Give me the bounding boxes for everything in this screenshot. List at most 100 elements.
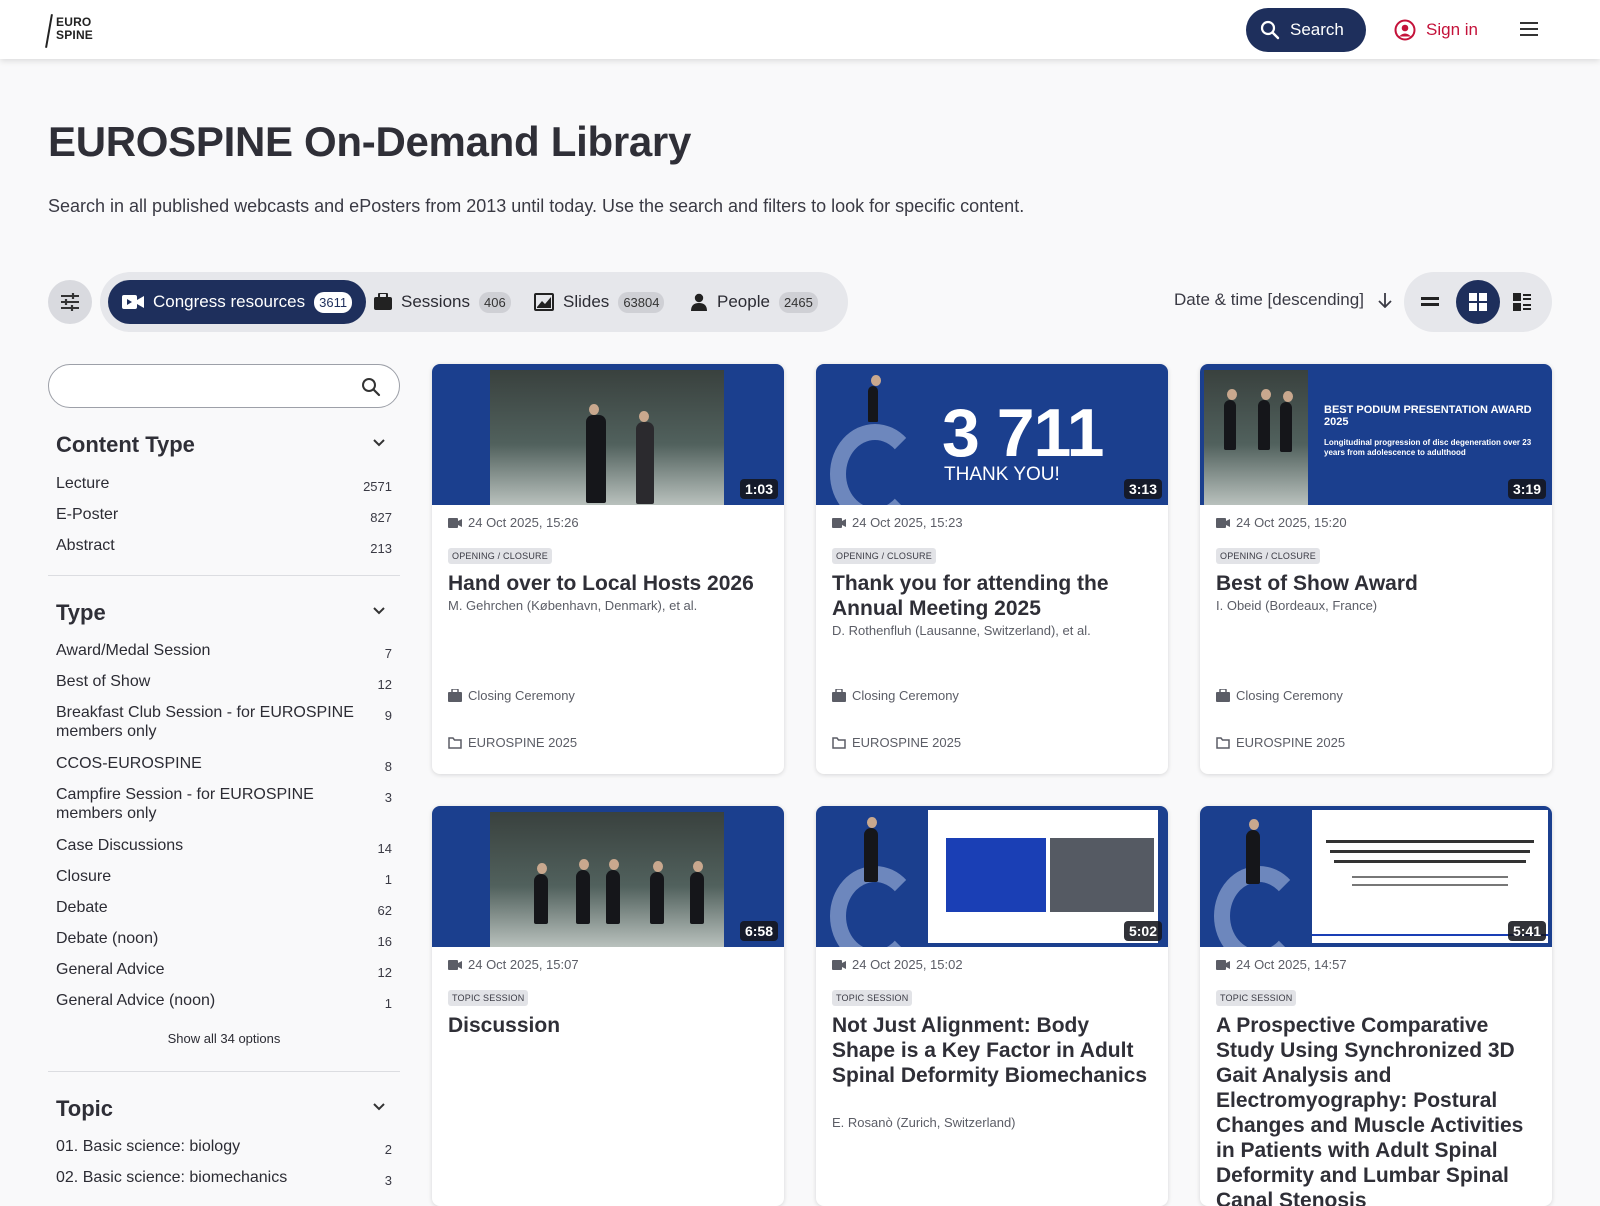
resource-card[interactable]: 5:02 24 Oct 2025, 15:02 TOPIC SESSION No…: [816, 806, 1168, 1206]
thumbnail-award-title: BEST PODIUM PRESENTATION AWARD 2025: [1324, 404, 1532, 428]
resource-card[interactable]: 6:58 24 Oct 2025, 15:07 TOPIC SESSION Di…: [432, 806, 784, 1206]
facet-item-case-discussions[interactable]: Case Discussions 14: [56, 836, 392, 856]
card-session[interactable]: Closing Ceremony: [448, 688, 575, 703]
card-title[interactable]: Best of Show Award: [1216, 571, 1538, 596]
facet-item-abstract[interactable]: Abstract 213: [56, 536, 392, 556]
search-icon[interactable]: [361, 377, 381, 397]
video-icon: [832, 959, 846, 970]
card-title[interactable]: Not Just Alignment: Body Shape is a Key …: [832, 1013, 1154, 1088]
card-session-text: Closing Ceremony: [852, 688, 959, 703]
card-session[interactable]: Closing Ceremony: [832, 688, 959, 703]
stage-scene: [490, 812, 724, 947]
facet-item-debate[interactable]: Debate 62: [56, 898, 392, 918]
card-event-text: EUROSPINE 2025: [852, 735, 962, 750]
resource-card[interactable]: 1:03 24 Oct 2025, 15:26 OPENING / CLOSUR…: [432, 364, 784, 774]
list-view-icon: [1421, 297, 1439, 306]
card-datetime: 24 Oct 2025, 15:07: [448, 957, 579, 972]
card-event[interactable]: EUROSPINE 2025: [448, 735, 577, 750]
facet-item-ccos-eurospine[interactable]: CCOS-EUROSPINE 8: [56, 754, 392, 774]
tab-count: 2465: [778, 291, 818, 313]
facet-title[interactable]: Topic: [56, 1096, 113, 1122]
facet-item-count: 827: [370, 510, 392, 525]
resource-card[interactable]: 5:41 24 Oct 2025, 14:57 TOPIC SESSION A …: [1200, 806, 1552, 1206]
filter-search-input[interactable]: [48, 364, 400, 408]
facet-item-debate-noon[interactable]: Debate (noon) 16: [56, 929, 392, 949]
card-datetime: 24 Oct 2025, 15:26: [448, 515, 579, 530]
video-icon: [122, 295, 144, 309]
video-thumbnail[interactable]: 3 711 THANK YOU! 3:13: [816, 364, 1168, 505]
top-header: EURO SPINE Search Sign in: [0, 0, 1600, 59]
tab-slides[interactable]: Slides 63804: [520, 280, 678, 324]
facet-item-campfire-session[interactable]: Campfire Session - for EUROSPINE members…: [56, 785, 392, 823]
chevron-down-icon[interactable]: [372, 606, 386, 616]
facet-item-count: 12: [377, 965, 392, 980]
card-session[interactable]: Closing Ceremony: [1216, 688, 1343, 703]
card-datetime-text: 24 Oct 2025, 15:02: [852, 957, 963, 972]
tab-people[interactable]: People 2465: [676, 280, 832, 324]
compact-view-icon: [1513, 293, 1531, 311]
facet-item-count: 2571: [363, 479, 392, 494]
facet-item-count: 3: [384, 790, 392, 805]
tab-sessions[interactable]: Sessions 406: [360, 280, 525, 324]
show-all-options-link[interactable]: Show all 34 options: [48, 1031, 400, 1046]
facet-item-count: 2: [384, 1142, 392, 1157]
filter-toggle-button[interactable]: [48, 280, 92, 324]
facet-item-count: 8: [384, 759, 392, 774]
card-datetime: 24 Oct 2025, 15:02: [832, 957, 963, 972]
facet-divider: [48, 1071, 400, 1072]
card-authors: I. Obeid (Bordeaux, France): [1216, 598, 1378, 613]
facet-item-breakfast-club-session[interactable]: Breakfast Club Session - for EUROSPINE m…: [56, 703, 392, 741]
list-view-button[interactable]: [1408, 280, 1452, 324]
card-title[interactable]: Hand over to Local Hosts 2026: [448, 571, 770, 596]
facet-item-lecture[interactable]: Lecture 2571: [56, 474, 392, 494]
video-thumbnail[interactable]: 5:02: [816, 806, 1168, 947]
card-event[interactable]: EUROSPINE 2025: [832, 735, 961, 750]
video-thumbnail[interactable]: 5:41: [1200, 806, 1552, 947]
chevron-down-icon[interactable]: [372, 1102, 386, 1112]
facet-item-label: Abstract: [56, 537, 115, 554]
video-thumbnail[interactable]: 1:03: [432, 364, 784, 505]
facet-title[interactable]: Content Type: [56, 432, 195, 458]
video-thumbnail[interactable]: BEST PODIUM PRESENTATION AWARD 2025 Long…: [1200, 364, 1552, 505]
card-datetime: 24 Oct 2025, 15:20: [1216, 515, 1347, 530]
card-category-badge: OPENING / CLOSURE: [832, 548, 936, 564]
facet-item-basic-science-biology[interactable]: 01. Basic science: biology 2: [56, 1137, 392, 1157]
facet-item-basic-science-biomechanics[interactable]: 02. Basic science: biomechanics 3: [56, 1168, 392, 1188]
card-event[interactable]: EUROSPINE 2025: [1216, 735, 1345, 750]
card-title[interactable]: A Prospective Comparative Study Using Sy…: [1216, 1013, 1538, 1206]
grid-view-button[interactable]: [1456, 280, 1500, 324]
resource-card[interactable]: BEST PODIUM PRESENTATION AWARD 2025 Long…: [1200, 364, 1552, 774]
facet-title[interactable]: Type: [56, 600, 106, 626]
search-icon: [1260, 20, 1280, 40]
video-icon: [1216, 517, 1230, 528]
facet-item-general-advice[interactable]: General Advice 12: [56, 960, 392, 980]
tab-label: Slides: [563, 292, 610, 311]
person-icon: [691, 293, 707, 311]
duration-badge: 6:58: [739, 921, 778, 941]
facet-item-best-of-show[interactable]: Best of Show 12: [56, 672, 392, 692]
duration-badge: 5:41: [1507, 921, 1546, 941]
arrow-down-icon: [1378, 293, 1392, 308]
chevron-down-icon[interactable]: [372, 438, 386, 448]
header-search-button[interactable]: Search: [1246, 8, 1366, 52]
sort-dropdown[interactable]: Date & time [descending]: [1174, 290, 1392, 310]
card-title[interactable]: Thank you for attending the Annual Meeti…: [832, 571, 1154, 621]
facet-item-count: 14: [377, 841, 392, 856]
facet-item-label: 01. Basic science: biology: [56, 1138, 241, 1155]
facet-item-count: 213: [370, 541, 392, 556]
facet-item-e-poster[interactable]: E-Poster 827: [56, 505, 392, 525]
menu-icon[interactable]: [1520, 21, 1538, 37]
card-title[interactable]: Discussion: [448, 1013, 770, 1038]
compact-view-button[interactable]: [1500, 280, 1544, 324]
facet-item-award-medal-session[interactable]: Award/Medal Session 7: [56, 641, 392, 661]
tab-congress-resources[interactable]: Congress resources 3611: [108, 280, 367, 324]
folder-icon: [1216, 736, 1230, 749]
facet-item-label: Campfire Session - for EUROSPINE members…: [56, 786, 314, 822]
eurospine-logo[interactable]: EURO SPINE: [45, 12, 100, 48]
sign-in-link[interactable]: Sign in: [1394, 16, 1478, 44]
facet-item-count: 16: [377, 934, 392, 949]
facet-item-closure[interactable]: Closure 1: [56, 867, 392, 887]
video-thumbnail[interactable]: 6:58: [432, 806, 784, 947]
facet-item-general-advice-noon[interactable]: General Advice (noon) 1: [56, 991, 392, 1011]
resource-card[interactable]: 3 711 THANK YOU! 3:13 24 Oct 2025, 15:23…: [816, 364, 1168, 774]
